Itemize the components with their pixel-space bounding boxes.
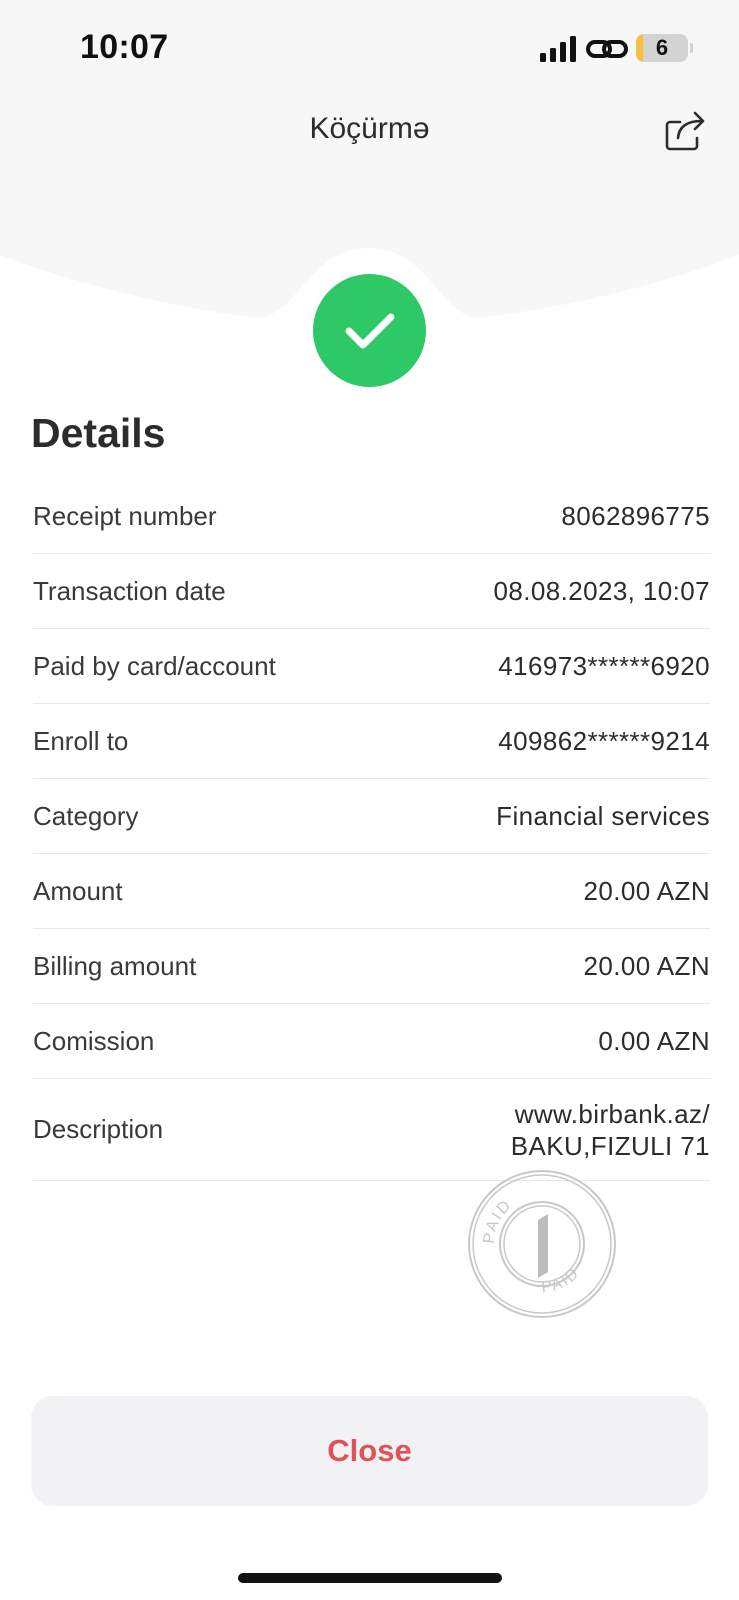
status-time: 10:07 bbox=[80, 28, 169, 66]
home-indicator[interactable] bbox=[238, 1573, 502, 1583]
battery-indicator: 6 bbox=[636, 34, 688, 62]
detail-row-receipt-number: Receipt number 8062896775 bbox=[33, 479, 710, 554]
detail-row-commission: Comission 0.00 AZN bbox=[33, 1004, 710, 1079]
page-title: Köçürmə bbox=[309, 112, 430, 145]
success-badge bbox=[313, 274, 426, 387]
battery-level: 6 bbox=[655, 35, 669, 60]
status-bar: 10:07 6 bbox=[0, 0, 739, 100]
detail-value: 20.00 AZN bbox=[583, 875, 710, 906]
detail-row-transaction-date: Transaction date 08.08.2023, 10:07 bbox=[33, 554, 710, 629]
detail-value: 409862******9214 bbox=[498, 725, 710, 756]
detail-value: 8062896775 bbox=[561, 500, 710, 531]
detail-label: Transaction date bbox=[33, 575, 226, 606]
share-button[interactable] bbox=[664, 108, 708, 152]
checkmark-icon bbox=[345, 313, 395, 349]
detail-value: Financial services bbox=[496, 800, 710, 831]
details-list: Receipt number 8062896775 Transaction da… bbox=[33, 479, 710, 1181]
detail-row-description: Description www.birbank.az/ BAKU,FIZULI … bbox=[33, 1079, 710, 1181]
detail-row-category: Category Financial services bbox=[33, 779, 710, 854]
detail-row-billing-amount: Billing amount 20.00 AZN bbox=[33, 929, 710, 1004]
paid-stamp: PAID PAID bbox=[468, 1170, 616, 1318]
cellular-signal-icon bbox=[540, 36, 576, 62]
detail-value: www.birbank.az/ BAKU,FIZULI 71 bbox=[511, 1098, 710, 1162]
detail-row-paid-by: Paid by card/account 416973******6920 bbox=[33, 629, 710, 704]
description-line-1: www.birbank.az/ bbox=[514, 1098, 710, 1129]
detail-label: Category bbox=[33, 800, 139, 831]
detail-value: 416973******6920 bbox=[498, 650, 710, 681]
detail-row-enroll-to: Enroll to 409862******9214 bbox=[33, 704, 710, 779]
detail-label: Amount bbox=[33, 875, 123, 906]
detail-value: 08.08.2023, 10:07 bbox=[493, 575, 710, 606]
close-button[interactable]: Close bbox=[31, 1396, 708, 1506]
details-title: Details bbox=[31, 410, 166, 456]
detail-label: Billing amount bbox=[33, 950, 197, 981]
detail-label: Description bbox=[33, 1114, 164, 1144]
detail-value: 20.00 AZN bbox=[583, 950, 710, 981]
description-line-2: BAKU,FIZULI 71 bbox=[510, 1130, 710, 1161]
battery-nub bbox=[690, 43, 693, 53]
detail-value: 0.00 AZN bbox=[598, 1025, 710, 1056]
share-icon bbox=[665, 111, 705, 151]
detail-row-amount: Amount 20.00 AZN bbox=[33, 854, 710, 929]
personal-hotspot-icon bbox=[586, 40, 628, 58]
detail-label: Comission bbox=[33, 1025, 155, 1056]
close-label: Close bbox=[327, 1433, 412, 1468]
detail-label: Receipt number bbox=[33, 500, 217, 531]
detail-label: Paid by card/account bbox=[33, 650, 276, 681]
detail-label: Enroll to bbox=[33, 725, 129, 756]
